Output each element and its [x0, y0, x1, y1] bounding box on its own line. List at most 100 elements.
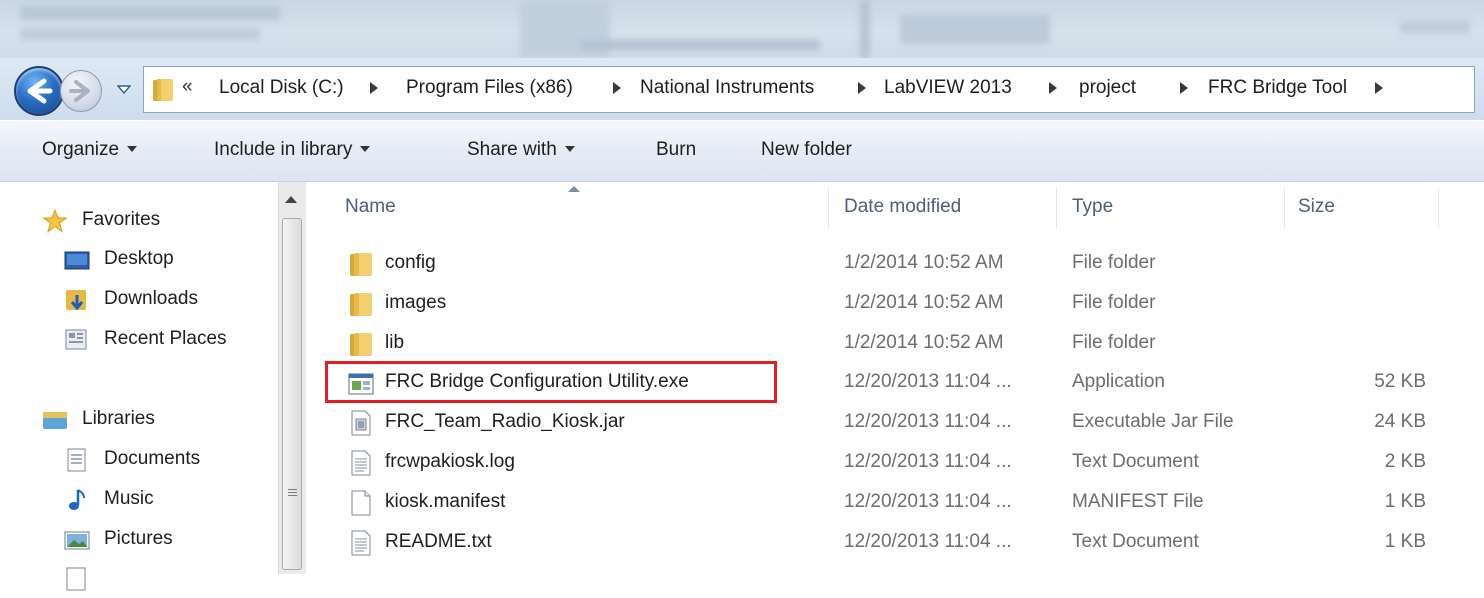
file-row-lib[interactable]: lib 1/2/2014 10:52 AM File folder — [306, 324, 1484, 364]
breadcrumb-project[interactable]: project — [1079, 77, 1136, 99]
chevron-down-icon — [127, 146, 138, 152]
nav-music-label: Music — [104, 488, 154, 509]
file-name: lib — [385, 332, 405, 353]
generic-file-icon — [351, 490, 371, 516]
column-header-date-modified[interactable]: Date modified — [844, 196, 961, 218]
file-date-modified: 12/20/2013 11:04 ... — [844, 371, 1012, 392]
file-type: File folder — [1072, 332, 1156, 353]
new-folder-button[interactable]: New folder — [761, 139, 852, 161]
nav-desktop-label: Desktop — [104, 248, 174, 269]
file-size: 52 KB — [1374, 371, 1426, 392]
forward-arrow-icon — [69, 80, 90, 102]
back-arrow-icon — [27, 78, 53, 104]
file-date-modified: 12/20/2013 11:04 ... — [844, 491, 1012, 512]
breadcrumb-local-disk[interactable]: Local Disk (C:) — [219, 77, 344, 99]
breadcrumb-separator-icon[interactable] — [1049, 82, 1057, 94]
jar-file-icon — [351, 410, 371, 436]
organize-menu[interactable]: Organize — [42, 139, 138, 161]
recent-pages-dropdown-icon[interactable] — [117, 84, 131, 96]
file-date-modified: 12/20/2013 11:04 ... — [844, 531, 1012, 552]
background-window-strip — [0, 0, 1484, 58]
column-divider[interactable] — [1284, 188, 1285, 228]
file-row-config[interactable]: config 1/2/2014 10:52 AM File folder — [306, 244, 1484, 284]
chevron-down-icon — [360, 146, 371, 152]
recent-places-icon — [65, 329, 87, 350]
breadcrumb-labview-2013[interactable]: LabVIEW 2013 — [884, 77, 1012, 99]
file-type: Text Document — [1072, 531, 1199, 552]
highlight-annotation-box — [325, 361, 777, 403]
file-row-images[interactable]: images 1/2/2014 10:52 AM File folder — [306, 284, 1484, 324]
libraries-icon — [43, 412, 67, 429]
desktop-icon — [64, 251, 90, 270]
file-date-modified: 1/2/2014 10:52 AM — [844, 292, 1004, 313]
breadcrumb-separator-icon[interactable] — [370, 82, 378, 94]
breadcrumb-national-instruments[interactable]: National Instruments — [640, 77, 814, 99]
text-document-icon — [351, 530, 371, 556]
folder-icon — [350, 293, 372, 316]
burn-button[interactable]: Burn — [656, 139, 696, 161]
file-size: 1 KB — [1384, 531, 1426, 552]
downloads-icon — [66, 290, 86, 311]
column-divider[interactable] — [1056, 188, 1057, 228]
sort-ascending-icon — [568, 186, 580, 192]
file-type: File folder — [1072, 292, 1156, 313]
column-divider[interactable] — [1438, 188, 1439, 228]
nav-recent-places-label: Recent Places — [104, 328, 227, 349]
file-size: 1 KB — [1384, 491, 1426, 512]
share-with-menu[interactable]: Share with — [467, 139, 575, 161]
nav-documents-label: Documents — [104, 448, 201, 469]
organize-label: Organize — [42, 139, 120, 160]
file-type: File folder — [1072, 252, 1156, 273]
address-bar[interactable]: « Local Disk (C:) Program Files (x86) Na… — [143, 66, 1475, 113]
file-size: 2 KB — [1384, 451, 1426, 472]
column-divider[interactable] — [828, 188, 829, 228]
file-date-modified: 12/20/2013 11:04 ... — [844, 411, 1012, 432]
file-name: config — [385, 252, 436, 273]
file-row-kiosk-manifest[interactable]: kiosk.manifest 12/20/2013 11:04 ... MANI… — [306, 483, 1484, 523]
file-type: Text Document — [1072, 451, 1199, 472]
include-in-library-label: Include in library — [214, 139, 353, 160]
address-overflow-chevron[interactable]: « — [182, 76, 193, 98]
nav-downloads-label: Downloads — [104, 288, 198, 309]
file-size: 24 KB — [1374, 411, 1426, 432]
file-row-frcwpakiosk-log[interactable]: frcwpakiosk.log 12/20/2013 11:04 ... Tex… — [306, 443, 1484, 483]
share-with-label: Share with — [467, 139, 557, 160]
breadcrumb-separator-icon[interactable] — [858, 82, 866, 94]
file-row-readme[interactable]: README.txt 12/20/2013 11:04 ... Text Doc… — [306, 523, 1484, 563]
column-header-type[interactable]: Type — [1072, 196, 1113, 218]
file-name: FRC_Team_Radio_Kiosk.jar — [385, 411, 625, 432]
command-toolbar: Organize Include in library Share with B… — [0, 120, 1484, 182]
back-button[interactable] — [14, 66, 64, 116]
file-type: Application — [1072, 371, 1165, 392]
forward-button[interactable] — [60, 70, 102, 112]
folder-icon — [350, 333, 372, 356]
breadcrumb-separator-icon[interactable] — [1375, 82, 1383, 94]
breadcrumb-program-files[interactable]: Program Files (x86) — [406, 77, 573, 99]
scroll-thumb[interactable] — [282, 218, 302, 570]
pictures-icon — [64, 531, 90, 550]
nav-pane-scrollbar[interactable] — [278, 182, 306, 574]
music-note-icon — [69, 489, 85, 510]
nav-favorites-label: Favorites — [82, 209, 161, 230]
column-header-name[interactable]: Name — [345, 196, 396, 218]
file-row-frc-team-radio-kiosk[interactable]: FRC_Team_Radio_Kiosk.jar 12/20/2013 11:0… — [306, 403, 1484, 443]
file-date-modified: 1/2/2014 10:52 AM — [844, 332, 1004, 353]
folder-icon — [153, 79, 173, 101]
breadcrumb-separator-icon[interactable] — [613, 82, 621, 94]
navigation-pane: Favorites Desktop Downloads Recent Place… — [0, 182, 278, 591]
folder-icon — [350, 253, 372, 276]
file-type: Executable Jar File — [1072, 411, 1234, 432]
file-date-modified: 12/20/2013 11:04 ... — [844, 451, 1012, 472]
nav-libraries-label: Libraries — [82, 408, 155, 429]
include-in-library-menu[interactable]: Include in library — [214, 139, 371, 161]
grip-line — [288, 495, 297, 496]
star-icon — [42, 208, 68, 233]
documents-icon — [67, 448, 86, 472]
scroll-up-arrow-icon[interactable] — [285, 196, 297, 203]
breadcrumb-separator-icon[interactable] — [1180, 82, 1188, 94]
file-name: images — [385, 292, 447, 313]
breadcrumb-frc-bridge-tool[interactable]: FRC Bridge Tool — [1208, 77, 1347, 99]
column-header-size[interactable]: Size — [1298, 196, 1335, 218]
navigation-bar: « Local Disk (C:) Program Files (x86) Na… — [0, 58, 1484, 120]
file-name: README.txt — [385, 531, 492, 552]
